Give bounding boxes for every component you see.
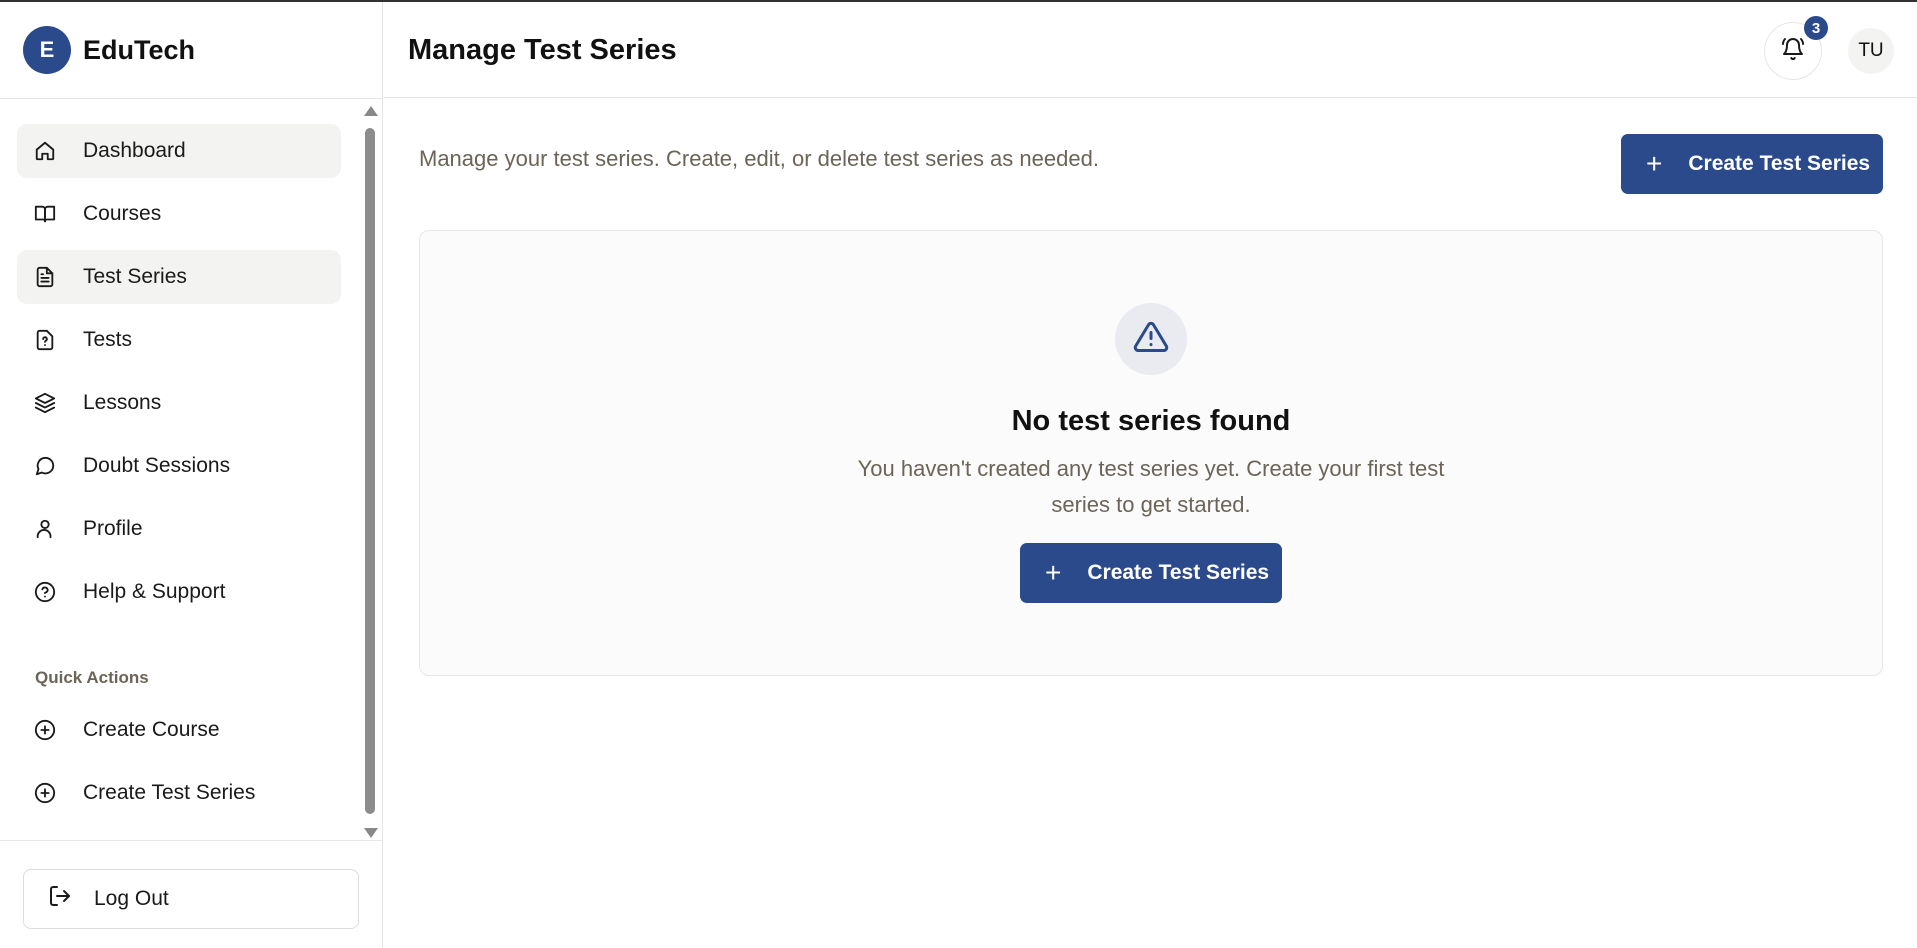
quick-action-label: Create Course [83, 718, 220, 741]
sidebar-item-tests[interactable]: Tests [17, 313, 341, 367]
scroll-up-arrow-icon[interactable] [364, 106, 378, 116]
sidebar: E EduTech Dashboard Courses Test Series [0, 2, 383, 948]
sidebar-item-help-support[interactable]: Help & Support [17, 565, 341, 619]
sidebar-item-label: Profile [83, 517, 143, 540]
sidebar-scrollbar[interactable] [363, 106, 378, 838]
sidebar-nav: Dashboard Courses Test Series Tests Less… [0, 100, 383, 842]
sidebar-item-profile[interactable]: Profile [17, 502, 341, 556]
sidebar-item-dashboard[interactable]: Dashboard [17, 124, 341, 178]
scroll-thumb[interactable] [365, 128, 375, 814]
page-description: Manage your test series. Create, edit, o… [419, 146, 1099, 171]
plus-icon: + [1045, 557, 1062, 588]
message-icon [33, 454, 57, 478]
sidebar-item-test-series[interactable]: Test Series [17, 250, 341, 304]
layers-icon [33, 391, 57, 415]
plus-icon: + [1646, 148, 1663, 179]
quick-action-create-test-series[interactable]: Create Test Series [17, 766, 341, 820]
warning-icon-circle [1115, 303, 1187, 375]
brand[interactable]: E EduTech [0, 2, 382, 99]
sidebar-item-label: Tests [83, 328, 133, 351]
home-icon [33, 139, 57, 163]
document-icon [33, 265, 57, 289]
page-title: Manage Test Series [408, 34, 677, 66]
logout-label: Log Out [94, 887, 169, 910]
book-icon [33, 202, 57, 226]
plus-circle-icon [33, 718, 57, 742]
quick-action-create-course[interactable]: Create Course [17, 703, 341, 757]
sidebar-footer: Log Out [0, 840, 383, 948]
top-header: Manage Test Series 3 TU [384, 2, 1917, 98]
bell-icon [1781, 37, 1805, 66]
empty-state-card: No test series found You haven't created… [419, 230, 1883, 676]
notification-count-badge: 3 [1804, 16, 1828, 40]
sidebar-item-label: Doubt Sessions [83, 454, 231, 477]
empty-state-create-test-series-button[interactable]: + Create Test Series [1020, 543, 1282, 603]
help-circle-icon [33, 580, 57, 604]
scroll-down-arrow-icon[interactable] [364, 828, 378, 838]
sidebar-item-label: Dashboard [83, 139, 186, 162]
sidebar-item-label: Lessons [83, 391, 162, 414]
sidebar-item-label: Help & Support [83, 580, 226, 603]
brand-name: EduTech [83, 34, 196, 65]
brand-logo: E [23, 26, 71, 74]
quick-action-label: Create Test Series [83, 781, 256, 804]
create-test-series-button[interactable]: + Create Test Series [1621, 134, 1883, 194]
warning-triangle-icon [1133, 319, 1169, 360]
log-out-icon [48, 884, 72, 914]
user-icon [33, 517, 57, 541]
sidebar-item-label: Courses [83, 202, 162, 225]
empty-state-message: You haven't created any test series yet.… [857, 456, 1445, 517]
user-avatar[interactable]: TU [1848, 28, 1894, 74]
sidebar-item-courses[interactable]: Courses [17, 187, 341, 241]
logout-button[interactable]: Log Out [23, 869, 359, 929]
plus-circle-icon [33, 781, 57, 805]
create-test-series-label: Create Test Series [1688, 152, 1871, 175]
sidebar-item-label: Test Series [83, 265, 187, 288]
empty-state-title: No test series found [1011, 405, 1291, 437]
question-file-icon [33, 328, 57, 352]
sidebar-item-doubt-sessions[interactable]: Doubt Sessions [17, 439, 341, 493]
empty-state-button-label: Create Test Series [1087, 561, 1270, 584]
quick-actions-title: Quick Actions [35, 668, 149, 687]
sidebar-item-lessons[interactable]: Lessons [17, 376, 341, 430]
